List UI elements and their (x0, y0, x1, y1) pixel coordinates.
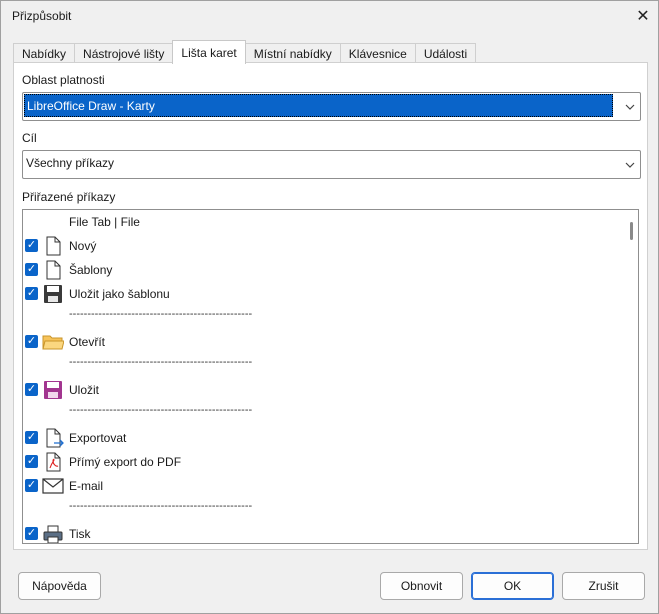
list-item-label: Otevřít (69, 335, 106, 349)
tab-toolbars[interactable]: Nástrojové lišty (74, 43, 174, 64)
separator-line: ----------------------------------------… (69, 500, 253, 512)
list-item[interactable]: ✓ Uložit (23, 378, 618, 402)
list-item-label: Šablony (69, 263, 113, 277)
list-item[interactable]: File Tab | File (23, 210, 618, 234)
save-icon (42, 379, 64, 401)
tab-menus[interactable]: Nabídky (13, 43, 76, 64)
title-bar: Přizpůsobit ✕ (1, 1, 658, 31)
list-item[interactable]: ✓ Šablony (23, 258, 618, 282)
list-separator[interactable]: ----------------------------------------… (23, 402, 618, 426)
list-item-label: Přímý export do PDF (69, 455, 182, 469)
separator-line: ----------------------------------------… (69, 356, 253, 368)
list-item-label: Nový (69, 239, 97, 253)
open-folder-icon (42, 331, 65, 353)
list-item[interactable]: ✓ Přímý export do PDF (23, 450, 618, 474)
item-checkbox[interactable]: ✓ (25, 239, 38, 252)
notebookbar-panel: Oblast platnosti LibreOffice Draw - Kart… (13, 62, 648, 550)
item-checkbox[interactable]: ✓ (25, 431, 38, 444)
cancel-button[interactable]: Zrušit (562, 572, 645, 600)
scope-label: Oblast platnosti (22, 73, 105, 87)
item-checkbox[interactable]: ✓ (25, 479, 38, 492)
help-button[interactable]: Nápověda (18, 572, 101, 600)
tab-context-menus[interactable]: Místní nabídky (244, 43, 341, 64)
close-button[interactable]: ✕ (628, 1, 658, 31)
item-checkbox[interactable]: ✓ (25, 287, 38, 300)
list-item-label: E-mail (69, 479, 104, 493)
print-icon (42, 523, 64, 543)
list-item[interactable]: ✓ E-mail (23, 474, 618, 498)
list-item[interactable]: ✓ Otevřít (23, 330, 618, 354)
item-checkbox[interactable]: ✓ (25, 527, 38, 540)
reset-button[interactable]: Obnovit (380, 572, 463, 600)
chevron-down-icon[interactable] (620, 93, 640, 120)
list-item-label: Exportovat (69, 431, 127, 445)
scrollbar-thumb[interactable] (630, 222, 633, 240)
save-as-template-icon (42, 283, 64, 305)
item-checkbox[interactable]: ✓ (25, 383, 38, 396)
scope-select[interactable]: LibreOffice Draw - Karty (22, 92, 641, 121)
list-item[interactable]: ✓ Uložit jako šablonu (23, 282, 618, 306)
list-item-label: File Tab | File (69, 215, 140, 229)
list-scrollbar[interactable] (624, 210, 638, 543)
item-checkbox[interactable]: ✓ (25, 263, 38, 276)
ok-button[interactable]: OK (471, 572, 554, 600)
close-icon: ✕ (636, 8, 650, 25)
list-item-label: Tisk (69, 527, 91, 541)
tab-events[interactable]: Události (414, 43, 477, 64)
list-item[interactable]: ✓ Exportovat (23, 426, 618, 450)
email-icon (42, 475, 64, 497)
templates-icon (42, 259, 64, 281)
tab-bar: Nabídky Nástrojové lišty Lišta karet Mís… (13, 40, 477, 64)
separator-line: ----------------------------------------… (69, 404, 253, 416)
list-separator[interactable]: ----------------------------------------… (23, 306, 618, 330)
tab-keyboard[interactable]: Klávesnice (339, 43, 416, 64)
pdf-export-icon (42, 451, 64, 473)
list-separator[interactable]: ----------------------------------------… (23, 354, 618, 378)
item-checkbox[interactable]: ✓ (25, 455, 38, 468)
dialog-title: Přizpůsobit (12, 9, 72, 23)
assigned-commands-label: Přiřazené příkazy (22, 190, 116, 204)
target-value: Všechny příkazy (26, 156, 115, 170)
target-select[interactable]: Všechny příkazy (22, 150, 641, 179)
list-item[interactable]: ✓ Tisk (23, 522, 618, 543)
list-item[interactable]: ✓ Nový (23, 234, 618, 258)
assigned-commands-list[interactable]: File Tab | File ✓ Nový ✓ Šablony ✓ Uloži… (22, 209, 639, 544)
list-item-label: Uložit jako šablonu (69, 287, 170, 301)
chevron-down-icon[interactable] (620, 151, 640, 178)
customize-dialog: Přizpůsobit ✕ Nabídky Nástrojové lišty L… (0, 0, 659, 614)
scope-value: LibreOffice Draw - Karty (24, 94, 613, 117)
item-checkbox[interactable]: ✓ (25, 335, 38, 348)
tab-notebookbar[interactable]: Lišta karet (172, 40, 246, 64)
new-document-icon (42, 235, 64, 257)
separator-line: ----------------------------------------… (69, 308, 253, 320)
list-item-label: Uložit (69, 383, 100, 397)
list-separator[interactable]: ----------------------------------------… (23, 498, 618, 522)
export-icon (42, 427, 64, 449)
target-label: Cíl (22, 131, 37, 145)
